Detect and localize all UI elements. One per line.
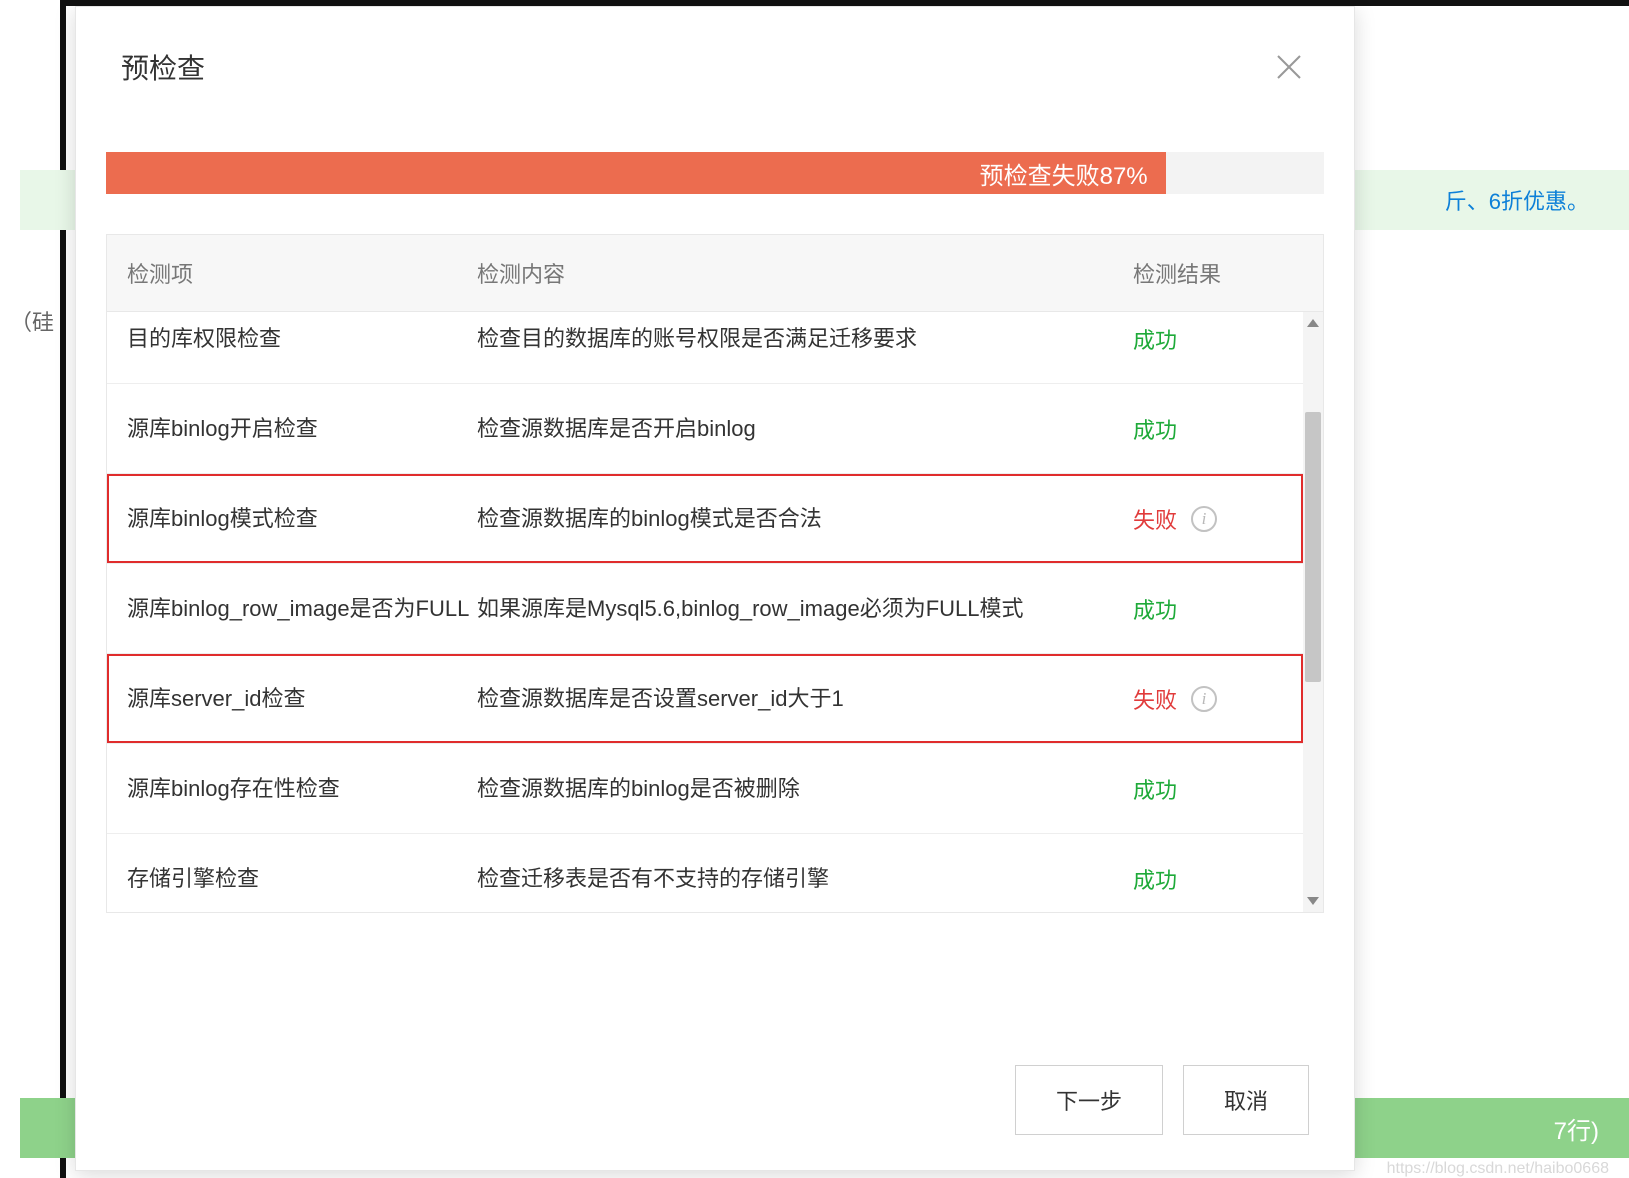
- row-item-content: 检查迁移表是否有不支持的存储引擎: [477, 862, 1133, 895]
- header-result: 检测结果: [1133, 257, 1283, 289]
- row-item-result: 失败 i: [1133, 503, 1283, 535]
- cancel-button[interactable]: 取消: [1183, 1065, 1309, 1135]
- progress-text: 预检查失败87%: [980, 156, 1166, 191]
- close-button[interactable]: [1269, 47, 1309, 87]
- results-table: 检测项 检测内容 检测结果 目的库权限检查检查目的数据库的账号权限是否满足迁移要…: [106, 234, 1324, 913]
- row-item-content: 检查源数据库的binlog是否被删除: [477, 772, 1133, 805]
- row-item-name: 源库binlog开启检查: [127, 412, 477, 445]
- success-text: 7行): [1554, 1111, 1599, 1146]
- row-item-name: 源库server_id检查: [127, 682, 477, 715]
- status-success: 成功: [1133, 323, 1177, 355]
- discount-text: 斤、6折优惠。: [1445, 184, 1589, 216]
- info-icon[interactable]: i: [1191, 506, 1217, 532]
- status-success: 成功: [1133, 863, 1177, 895]
- info-icon[interactable]: i: [1191, 686, 1217, 712]
- row-item-result: 成功: [1133, 593, 1283, 625]
- status-fail: 失败: [1133, 503, 1177, 535]
- modal-title: 预检查: [121, 47, 205, 87]
- row-item-name: 目的库权限检查: [127, 322, 477, 355]
- row-item-name: 存储引擎检查: [127, 862, 477, 895]
- row-item-name: 源库binlog_row_image是否为FULL: [127, 592, 477, 625]
- precheck-modal: 预检查 预检查失败87% 检测项 检测内容 检测结果 目的库权限检查检查目的数据…: [75, 6, 1355, 1171]
- table-row: 源库server_id检查检查源数据库是否设置server_id大于1失败 i: [107, 654, 1303, 744]
- row-item-result: 成功: [1133, 323, 1283, 355]
- scroll-up-button[interactable]: [1303, 312, 1323, 334]
- modal-header: 预检查: [76, 7, 1354, 117]
- table-body: 目的库权限检查检查目的数据库的账号权限是否满足迁移要求成功源库binlog开启检…: [107, 312, 1323, 912]
- chevron-down-icon: [1307, 897, 1319, 905]
- close-icon: [1274, 52, 1304, 82]
- watermark: https://blog.csdn.net/haibo0668: [1387, 1160, 1609, 1178]
- row-item-content: 检查目的数据库的账号权限是否满足迁移要求: [477, 322, 1133, 355]
- status-fail: 失败: [1133, 683, 1177, 715]
- next-button[interactable]: 下一步: [1015, 1065, 1163, 1135]
- progress-fill: 预检查失败87%: [106, 152, 1166, 194]
- status-success: 成功: [1133, 773, 1177, 805]
- row-item-result: 成功: [1133, 863, 1283, 895]
- scroll-thumb[interactable]: [1305, 412, 1321, 682]
- row-item-name: 源库binlog存在性检查: [127, 772, 477, 805]
- header-content: 检测内容: [477, 257, 1133, 289]
- row-item-content: 检查源数据库是否设置server_id大于1: [477, 682, 1133, 715]
- chevron-up-icon: [1307, 319, 1319, 327]
- table-header: 检测项 检测内容 检测结果: [107, 235, 1323, 312]
- background-side-text: （硅: [10, 305, 54, 337]
- row-item-result: 成功: [1133, 413, 1283, 445]
- status-success: 成功: [1133, 593, 1177, 625]
- row-item-result: 成功: [1133, 773, 1283, 805]
- table-row: 源库binlog开启检查检查源数据库是否开启binlog成功: [107, 384, 1303, 474]
- row-item-content: 检查源数据库是否开启binlog: [477, 412, 1133, 445]
- scroll-down-button[interactable]: [1303, 890, 1323, 912]
- table-row: 目的库权限检查检查目的数据库的账号权限是否满足迁移要求成功: [107, 312, 1303, 384]
- header-item: 检测项: [127, 257, 477, 289]
- scrollbar[interactable]: [1303, 312, 1323, 912]
- table-row: 源库binlog_row_image是否为FULL如果源库是Mysql5.6,b…: [107, 564, 1303, 654]
- table-row: 存储引擎检查检查迁移表是否有不支持的存储引擎成功: [107, 834, 1303, 912]
- row-item-result: 失败 i: [1133, 683, 1283, 715]
- row-item-name: 源库binlog模式检查: [127, 502, 477, 535]
- status-success: 成功: [1133, 413, 1177, 445]
- table-row: 源库binlog模式检查检查源数据库的binlog模式是否合法失败 i: [107, 474, 1303, 564]
- table-row: 源库binlog存在性检查检查源数据库的binlog是否被删除成功: [107, 744, 1303, 834]
- modal-footer: 下一步 取消: [76, 1030, 1354, 1170]
- progress-bar: 预检查失败87%: [106, 152, 1324, 194]
- row-item-content: 如果源库是Mysql5.6,binlog_row_image必须为FULL模式: [477, 592, 1133, 625]
- row-item-content: 检查源数据库的binlog模式是否合法: [477, 502, 1133, 535]
